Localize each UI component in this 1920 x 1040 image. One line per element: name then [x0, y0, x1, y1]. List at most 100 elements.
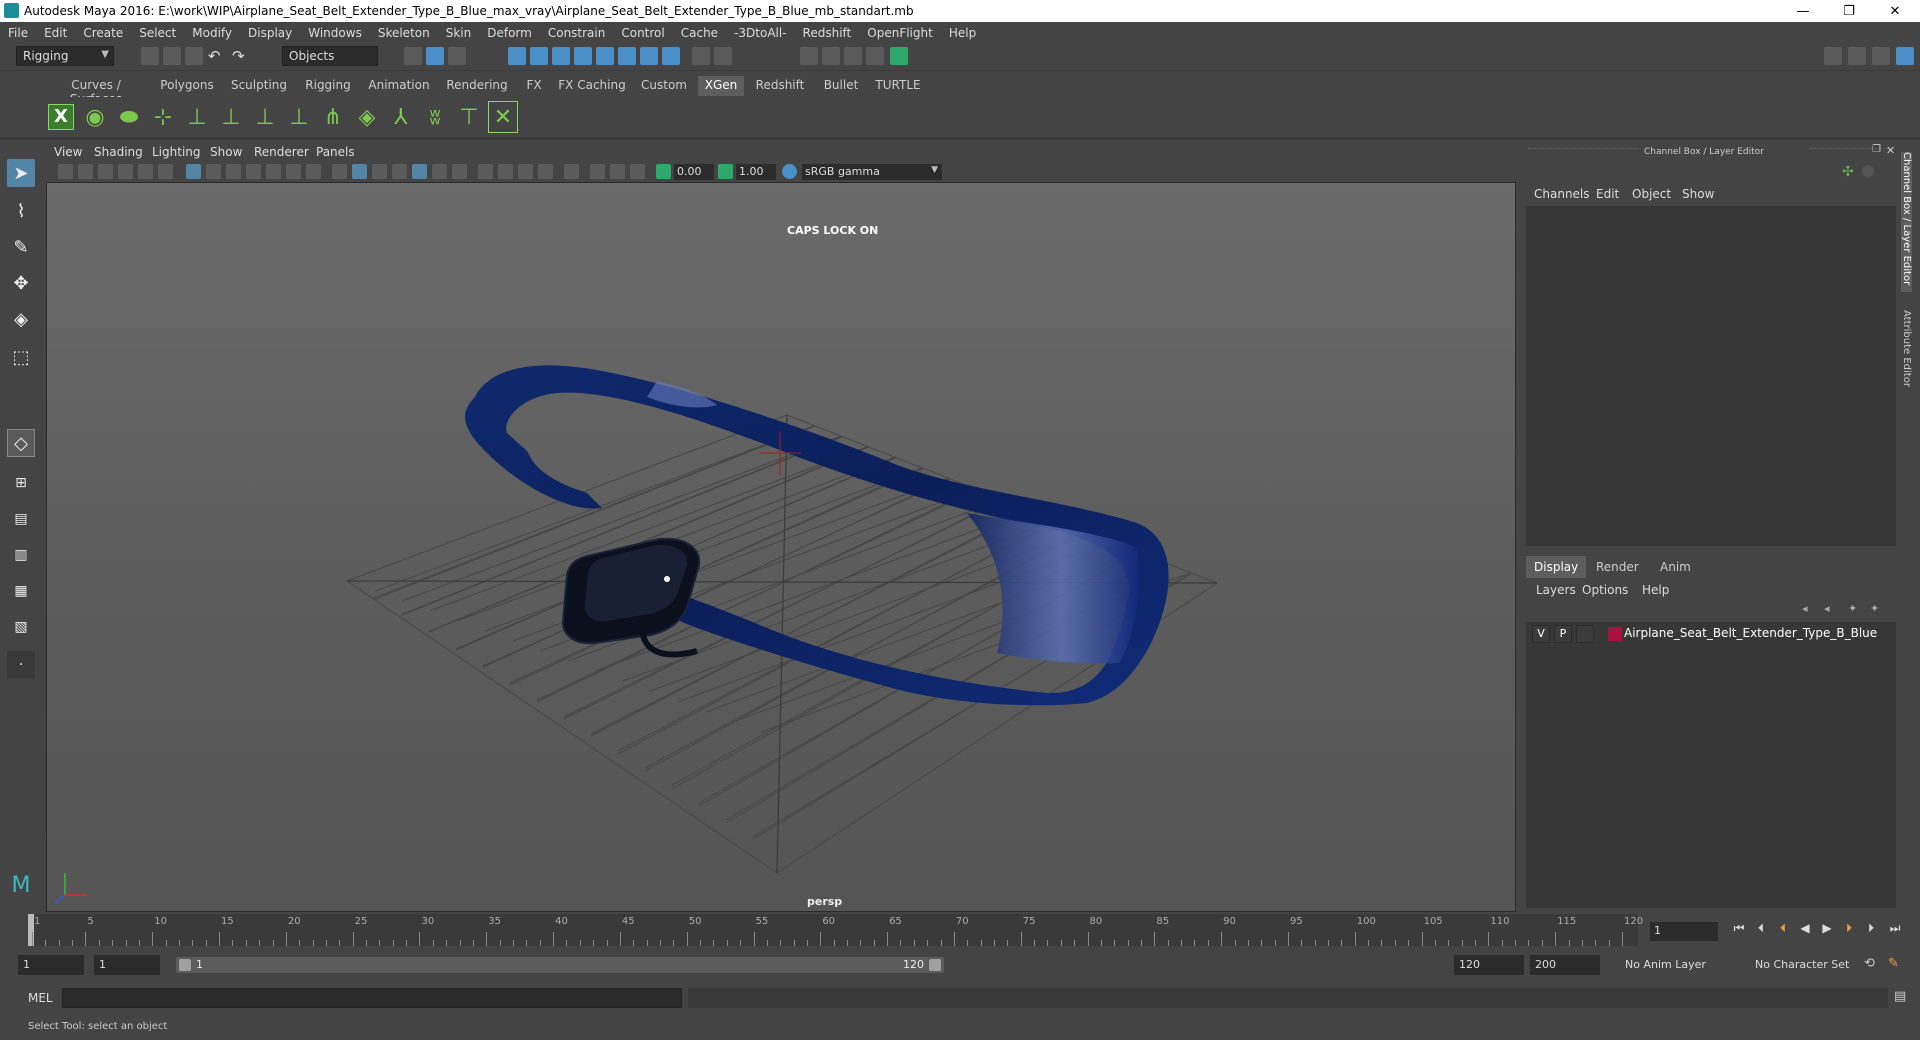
menu-create[interactable]: Create — [75, 26, 131, 40]
channel-menu-edit[interactable]: Edit — [1596, 187, 1619, 201]
menu-redshift[interactable]: Redshift — [795, 26, 860, 40]
command-language-label[interactable]: MEL — [28, 991, 53, 1005]
shelf-tab-redshift[interactable]: Redshift — [750, 76, 810, 96]
move-tool-icon[interactable]: ✥ — [7, 269, 35, 297]
default-material-icon[interactable] — [372, 164, 387, 179]
channel-box-toggle-icon[interactable] — [1862, 165, 1874, 177]
time-slider[interactable]: 1 5 10 15 20 25 30 35 40 45 50 55 60 65 70 75 80 85 90 95 10… — [28, 914, 1643, 946]
xray-active-icon[interactable] — [610, 164, 625, 179]
select-object-icon[interactable] — [426, 47, 444, 65]
help-query-icon[interactable] — [662, 47, 680, 65]
channel-menu-object[interactable]: Object — [1632, 187, 1671, 201]
shelf-tab-rigging[interactable]: Rigging — [298, 76, 358, 96]
shelf-tab-fx[interactable]: FX — [520, 76, 548, 96]
play-forwards-icon[interactable]: ▶ — [1818, 921, 1836, 939]
perspective-graph-layout-icon[interactable]: ▥ — [7, 541, 35, 569]
gamma-icon[interactable] — [718, 164, 733, 179]
minimize-button[interactable]: — — [1780, 0, 1826, 22]
tab-anim[interactable]: Anim — [1652, 556, 1699, 578]
close-icon[interactable]: ✕ — [1886, 144, 1895, 157]
new-scene-icon[interactable] — [141, 47, 159, 65]
shadows-icon[interactable] — [452, 164, 467, 179]
playback-start-field[interactable]: 1 — [94, 955, 160, 975]
side-tab-attribute-editor[interactable]: Attribute Editor — [1901, 310, 1912, 400]
2d-pan-zoom-icon[interactable] — [138, 164, 153, 179]
single-perspective-layout-icon[interactable]: ◇ — [7, 429, 35, 457]
xray-joints-icon[interactable] — [630, 164, 645, 179]
viewport-menu-show[interactable]: Show — [210, 145, 242, 159]
panel-grip[interactable] — [1528, 148, 1638, 152]
snap-curve-icon[interactable] — [530, 47, 548, 65]
menu-deform[interactable]: Deform — [479, 26, 540, 40]
animation-start-field[interactable]: 1 — [18, 955, 84, 975]
select-tool-icon[interactable]: ➤ — [7, 159, 35, 187]
float-panel-icon[interactable]: ❐ — [1872, 144, 1881, 155]
shelf-tab-sculpting[interactable]: Sculpting — [228, 76, 290, 96]
layer-playback-toggle[interactable]: P — [1554, 625, 1572, 643]
snap-point-icon[interactable] — [552, 47, 570, 65]
new-layer-icon[interactable]: ✦ — [1848, 602, 1864, 620]
command-input[interactable] — [62, 988, 682, 1008]
scale-tool-icon[interactable]: ⬚ — [7, 343, 35, 371]
hypershade-icon[interactable] — [890, 47, 908, 65]
layout-menu-icon[interactable]: · — [7, 651, 35, 679]
script-editor-icon[interactable]: ▤ — [1894, 989, 1912, 1007]
go-to-start-icon[interactable]: ⏮ — [1730, 921, 1748, 939]
shelf-tab-rendering[interactable]: Rendering — [442, 76, 512, 96]
snap-grid-icon[interactable] — [508, 47, 526, 65]
menu-edit[interactable]: Edit — [36, 26, 75, 40]
resolution-gate-icon[interactable] — [226, 164, 241, 179]
menu-openflight[interactable]: OpenFlight — [859, 26, 941, 40]
field-chart-icon[interactable] — [266, 164, 281, 179]
modeling-toolkit-icon[interactable] — [1824, 47, 1842, 65]
snap-view-plane-icon[interactable] — [574, 47, 592, 65]
close-button[interactable]: ✕ — [1872, 0, 1918, 22]
xgen-description-icon[interactable]: ⬬ — [114, 101, 144, 133]
render-frame-icon[interactable] — [822, 47, 840, 65]
restore-button[interactable]: ❐ — [1826, 0, 1872, 22]
channel-list[interactable] — [1526, 206, 1896, 546]
menu-windows[interactable]: Windows — [300, 26, 370, 40]
four-view-layout-icon[interactable]: ⊞ — [7, 469, 35, 497]
menu-skeleton[interactable]: Skeleton — [370, 26, 438, 40]
move-layer-up-icon[interactable]: ◂ — [1802, 602, 1818, 620]
xgen-layers-icon[interactable]: ◈ — [352, 101, 382, 133]
tool-settings-toggle-icon[interactable] — [1872, 47, 1890, 65]
shelf-tab-xgen[interactable]: XGen — [698, 76, 744, 96]
menuset-dropdown[interactable]: Rigging ▼ — [16, 46, 114, 66]
anti-aliasing-icon[interactable] — [518, 164, 533, 179]
shelf-tab-fx-caching[interactable]: FX Caching — [556, 76, 628, 96]
safe-action-icon[interactable] — [286, 164, 301, 179]
layer-menu-options[interactable]: Options — [1582, 583, 1628, 597]
menu-select[interactable]: Select — [131, 26, 184, 40]
anim-layer-dropdown[interactable]: No Anim Layer — [1620, 955, 1740, 975]
color-space-dropdown[interactable]: sRGB gamma ▼ — [802, 164, 942, 180]
new-layer-selected-icon[interactable]: ✦ — [1870, 602, 1886, 620]
layer-name[interactable]: Airplane_Seat_Belt_Extender_Type_B_Blue — [1624, 626, 1877, 640]
camera-select-icon[interactable] — [58, 164, 73, 179]
xgen-convert-icon[interactable]: ✕ — [488, 101, 518, 133]
xgen-guide-length-icon[interactable]: ⊥ — [182, 101, 212, 133]
camera-attributes-icon[interactable] — [78, 164, 93, 179]
xgen-preview-icon[interactable]: ◉ — [80, 101, 110, 133]
construction-history-icon[interactable] — [714, 47, 732, 65]
color-management-icon[interactable] — [782, 164, 797, 179]
xgen-add-guide-icon[interactable]: ⊹ — [148, 101, 178, 133]
layer-menu-help[interactable]: Help — [1642, 583, 1669, 597]
shelf-tab-turtle[interactable]: TURTLE — [872, 76, 924, 96]
channel-box-toggle-icon[interactable] — [1896, 47, 1914, 65]
current-frame-field[interactable]: 1 — [1650, 922, 1718, 941]
textured-icon[interactable] — [412, 164, 427, 179]
gamma-field[interactable]: 1.00 — [736, 164, 776, 180]
xgen-editor-icon[interactable]: X — [46, 101, 76, 133]
layer-display-type-toggle[interactable] — [1576, 625, 1594, 643]
xgen-clump-icon[interactable]: ⊤ — [454, 101, 484, 133]
exposure-icon[interactable] — [656, 164, 671, 179]
move-layer-down-icon[interactable]: ◂ — [1824, 602, 1840, 620]
animation-preferences-icon[interactable]: ✎ — [1888, 956, 1906, 974]
viewport-menu-renderer[interactable]: Renderer — [254, 145, 309, 159]
menu-help[interactable]: Help — [941, 26, 984, 40]
side-tab-channel-box[interactable]: Channel Box / Layer Editor — [1901, 152, 1912, 292]
gate-mask-icon[interactable] — [246, 164, 261, 179]
uv-editor-layout-icon[interactable]: ▧ — [7, 613, 35, 641]
